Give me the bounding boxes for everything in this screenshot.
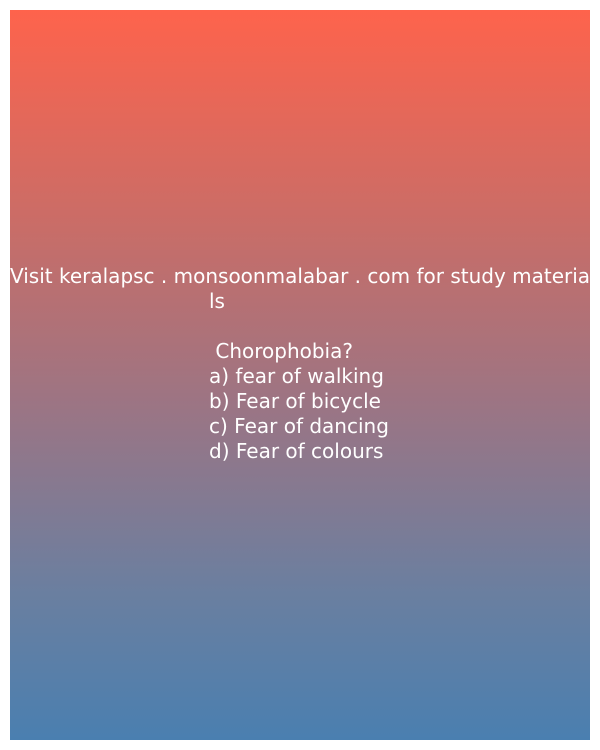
option-a: a) fear of walking: [209, 364, 384, 388]
option-d: d) Fear of colours: [209, 439, 384, 463]
quiz-text-block: Visit keralapsc . monsoonmalabar . com f…: [10, 264, 590, 464]
promo-text-line-1: Visit keralapsc . monsoonmalabar . com f…: [10, 264, 591, 288]
option-b: b) Fear of bicycle: [209, 389, 381, 413]
promo-text-line-2: ls: [209, 289, 225, 313]
question-text: Chorophobia?: [209, 339, 353, 363]
option-c: c) Fear of dancing: [209, 414, 389, 438]
quiz-card: Visit keralapsc . monsoonmalabar . com f…: [10, 10, 590, 740]
